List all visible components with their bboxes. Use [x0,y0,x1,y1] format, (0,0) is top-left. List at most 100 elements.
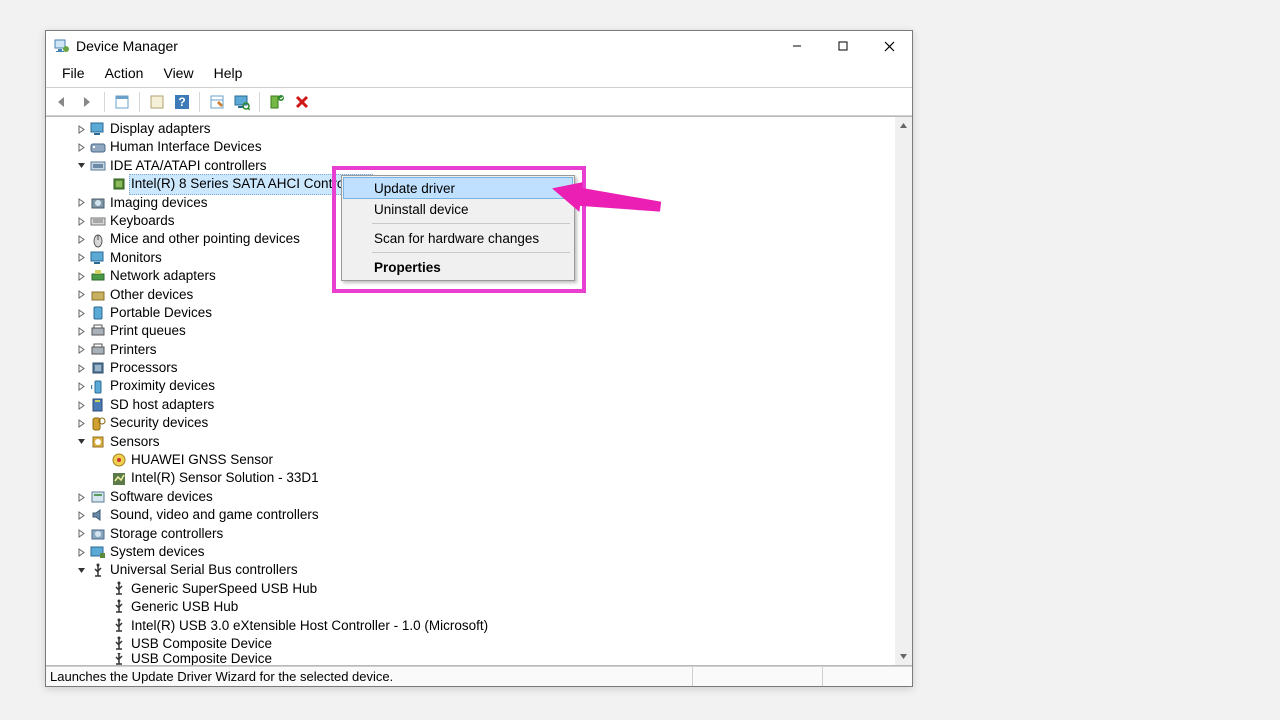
chevron-right-icon[interactable] [76,492,87,503]
usbdev-icon [111,599,127,615]
chevron-right-icon[interactable] [76,308,87,319]
chevron-right-icon[interactable] [76,344,87,355]
window-title: Device Manager [76,38,178,54]
menu-separator [372,223,570,224]
chevron-right-icon[interactable] [76,381,87,392]
context-menu-update-driver[interactable]: Update driver [343,177,573,199]
chevron-down-icon[interactable] [76,565,87,576]
close-button[interactable] [866,31,912,61]
minimize-button[interactable] [774,31,820,61]
back-button[interactable] [51,91,73,112]
chevron-right-icon[interactable] [76,289,87,300]
context-menu-properties[interactable]: Properties [344,256,572,278]
software-icon [90,489,106,505]
sd-icon [90,397,106,413]
sound-icon [90,507,106,523]
toolbar-separator [259,92,260,112]
device-category[interactable]: System devices [46,543,895,561]
menu-view[interactable]: View [153,63,203,85]
menu-help[interactable]: Help [204,63,253,85]
chevron-right-icon[interactable] [76,124,87,135]
device-category[interactable]: Security devices [46,414,895,432]
device-category[interactable]: Sensors [46,433,895,451]
device-category[interactable]: Processors [46,359,895,377]
vertical-scrollbar[interactable] [895,117,912,665]
device-item[interactable]: Intel(R) Sensor Solution - 33D1 [46,469,895,487]
chevron-right-icon[interactable] [76,216,87,227]
tree-label: Other devices [110,286,193,304]
keyboard-icon [90,213,106,229]
device-category[interactable]: Printers [46,341,895,359]
chevron-right-icon[interactable] [76,234,87,245]
device-category[interactable]: Portable Devices [46,304,895,322]
scroll-up-button[interactable] [895,117,912,134]
chevron-right-icon[interactable] [76,271,87,282]
device-category[interactable]: Sound, video and game controllers [46,506,895,524]
uninstall-button[interactable] [291,91,313,112]
enable-button[interactable] [266,91,288,112]
menu-file[interactable]: File [52,63,95,85]
maximize-button[interactable] [820,31,866,61]
device-item[interactable]: HUAWEI GNSS Sensor [46,451,895,469]
device-category[interactable]: SD host adapters [46,396,895,414]
chevron-right-icon[interactable] [76,400,87,411]
tree-label: USB Composite Device [131,653,272,665]
device-category[interactable]: Proximity devices [46,377,895,395]
chevron-right-icon[interactable] [76,326,87,337]
system-icon [90,544,106,560]
cpu-icon [90,360,106,376]
context-menu-scan-hardware[interactable]: Scan for hardware changes [344,227,572,249]
chevron-right-icon[interactable] [76,142,87,153]
chevron-right-icon[interactable] [76,547,87,558]
tree-label: Intel(R) USB 3.0 eXtensible Host Control… [131,617,488,635]
sensor2-icon [111,471,127,487]
scan-button[interactable] [231,91,253,112]
chevron-right-icon[interactable] [76,197,87,208]
chevron-right-icon[interactable] [76,418,87,429]
toolbar-separator [139,92,140,112]
device-item[interactable]: USB Composite Device [46,635,895,653]
device-item[interactable]: Generic SuperSpeed USB Hub [46,580,895,598]
proximity-icon [90,379,106,395]
display-icon [90,121,106,137]
chevron-right-icon[interactable] [76,510,87,521]
properties-button[interactable] [206,91,228,112]
device-item[interactable]: USB Composite Device [46,653,895,665]
tree-label: Print queues [110,322,186,340]
chevron-right-icon[interactable] [76,252,87,263]
scroll-down-button[interactable] [895,648,912,665]
all-actions-button[interactable] [146,91,168,112]
usbdev-icon [111,636,127,652]
menu-action[interactable]: Action [95,63,154,85]
device-item[interactable]: Intel(R) USB 3.0 eXtensible Host Control… [46,617,895,635]
tree-label: Keyboards [110,212,175,230]
titlebar: Device Manager [46,31,912,61]
device-item[interactable]: Generic USB Hub [46,598,895,616]
device-category[interactable]: Display adapters [46,120,895,138]
chevron-down-icon[interactable] [76,160,87,171]
status-cell [822,667,912,686]
tree-label: Display adapters [110,120,211,138]
sensor-icon [90,434,106,450]
status-cell [692,667,822,686]
device-category[interactable]: Universal Serial Bus controllers [46,561,895,579]
chevron-right-icon[interactable] [76,528,87,539]
chevron-down-icon[interactable] [76,436,87,447]
toolbar: ? [46,88,912,116]
context-menu-uninstall-device[interactable]: Uninstall device [344,198,572,220]
forward-button[interactable] [76,91,98,112]
help-button[interactable]: ? [171,91,193,112]
printer-icon [90,323,106,339]
show-hidden-button[interactable] [111,91,133,112]
usbdev-icon [111,618,127,634]
tree-label: USB Composite Device [131,635,272,653]
tree-label: IDE ATA/ATAPI controllers [110,157,267,175]
device-category[interactable]: Software devices [46,488,895,506]
device-category[interactable]: Storage controllers [46,525,895,543]
chevron-right-icon[interactable] [76,363,87,374]
device-category[interactable]: Human Interface Devices [46,138,895,156]
device-category[interactable]: Print queues [46,322,895,340]
device-category[interactable]: Other devices [46,286,895,304]
tree-label: Mice and other pointing devices [110,230,300,248]
device-category[interactable]: IDE ATA/ATAPI controllers [46,157,895,175]
